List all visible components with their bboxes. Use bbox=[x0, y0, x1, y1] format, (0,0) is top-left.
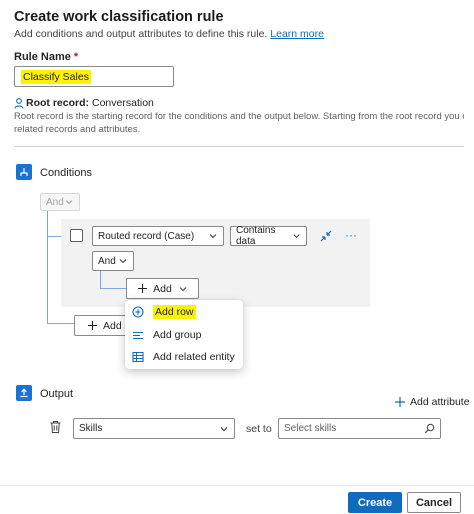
outer-and-value: And bbox=[46, 196, 64, 208]
add-attribute-button[interactable]: Add attribute bbox=[394, 396, 470, 408]
person-icon bbox=[14, 97, 24, 109]
menu-item-add-group[interactable]: Add group bbox=[125, 324, 243, 346]
attribute-select[interactable]: Skills bbox=[73, 418, 235, 439]
lines-icon bbox=[131, 328, 145, 342]
plus-icon bbox=[138, 284, 148, 293]
chevron-down-icon bbox=[65, 200, 73, 205]
trash-icon[interactable] bbox=[49, 420, 62, 434]
outer-connector-vertical bbox=[47, 211, 48, 324]
set-to-label: set to bbox=[246, 423, 272, 435]
cancel-button[interactable]: Cancel bbox=[407, 492, 461, 513]
help-line-2: related records and attributes. bbox=[14, 124, 141, 135]
menu-item-add-related-entity[interactable]: Add related entity bbox=[125, 346, 243, 368]
root-record-value: Conversation bbox=[92, 97, 154, 109]
skills-placeholder: Select skills bbox=[284, 423, 337, 434]
plus-icon bbox=[88, 321, 97, 330]
required-mark: * bbox=[73, 51, 79, 63]
help-line-1: Root record is the starting record for t… bbox=[14, 111, 464, 122]
root-record-help: Root record is the starting record for t… bbox=[14, 110, 464, 136]
outer-connector-add bbox=[47, 323, 74, 324]
menu-item-add-row[interactable]: Add row bbox=[125, 301, 243, 323]
root-record: Root record: Conversation bbox=[14, 97, 154, 109]
inner-add-button[interactable]: Add bbox=[126, 278, 199, 299]
rule-name-input[interactable]: Classify Sales bbox=[14, 66, 174, 87]
chevron-down-icon bbox=[179, 286, 187, 291]
create-button[interactable]: Create bbox=[348, 492, 402, 513]
inner-add-label: Add bbox=[153, 282, 172, 295]
skills-search-input[interactable]: Select skills bbox=[278, 418, 441, 439]
field-select[interactable]: Routed record (Case) bbox=[92, 226, 224, 246]
inner-connector-branch bbox=[100, 288, 126, 289]
chevron-down-icon bbox=[209, 234, 217, 239]
operator-value: Contains data bbox=[236, 225, 276, 247]
menu-item-label: Add row bbox=[153, 305, 196, 319]
add-menu: Add row Add group Add related entity bbox=[125, 300, 243, 369]
circle-plus-icon bbox=[131, 305, 145, 319]
search-icon bbox=[424, 423, 435, 434]
page-subtitle: Add conditions and output attributes to … bbox=[14, 28, 324, 40]
inner-and-select[interactable]: And bbox=[92, 251, 134, 271]
divider-top bbox=[14, 146, 464, 147]
output-icon bbox=[16, 385, 32, 401]
page-title: Create work classification rule bbox=[14, 9, 224, 25]
conditions-title: Conditions bbox=[40, 167, 92, 179]
conditions-icon bbox=[16, 164, 32, 180]
outer-and-select[interactable]: And bbox=[40, 193, 80, 211]
rule-name-label-text: Rule Name bbox=[14, 51, 71, 63]
learn-more-link[interactable]: Learn more bbox=[270, 28, 324, 40]
footer-divider bbox=[0, 485, 474, 486]
collapse-icon[interactable] bbox=[319, 229, 333, 243]
inner-and-value: And bbox=[98, 255, 116, 267]
rule-name-label: Rule Name * bbox=[14, 51, 78, 63]
row-checkbox[interactable] bbox=[70, 229, 83, 242]
add-attribute-label: Add attribute bbox=[410, 396, 470, 408]
outer-connector-branch bbox=[47, 236, 61, 237]
menu-item-label: Add group bbox=[153, 329, 202, 341]
outer-add-label: Add bbox=[103, 319, 122, 332]
more-options-icon[interactable]: ··· bbox=[345, 228, 357, 242]
output-title: Output bbox=[40, 388, 74, 400]
subtitle-text: Add conditions and output attributes to … bbox=[14, 28, 268, 40]
plus-icon bbox=[395, 397, 405, 407]
attribute-value: Skills bbox=[79, 423, 103, 434]
operator-select[interactable]: Contains data bbox=[230, 225, 307, 247]
chevron-down-icon bbox=[293, 234, 300, 239]
field-value: Routed record (Case) bbox=[98, 230, 195, 242]
table-icon bbox=[131, 350, 145, 364]
inner-connector-vertical bbox=[100, 271, 101, 288]
root-record-label: Root record: bbox=[26, 97, 89, 109]
chevron-down-icon bbox=[220, 426, 228, 431]
menu-item-label: Add related entity bbox=[153, 351, 235, 363]
rule-name-value: Classify Sales bbox=[21, 69, 91, 84]
chevron-down-icon bbox=[119, 259, 127, 264]
